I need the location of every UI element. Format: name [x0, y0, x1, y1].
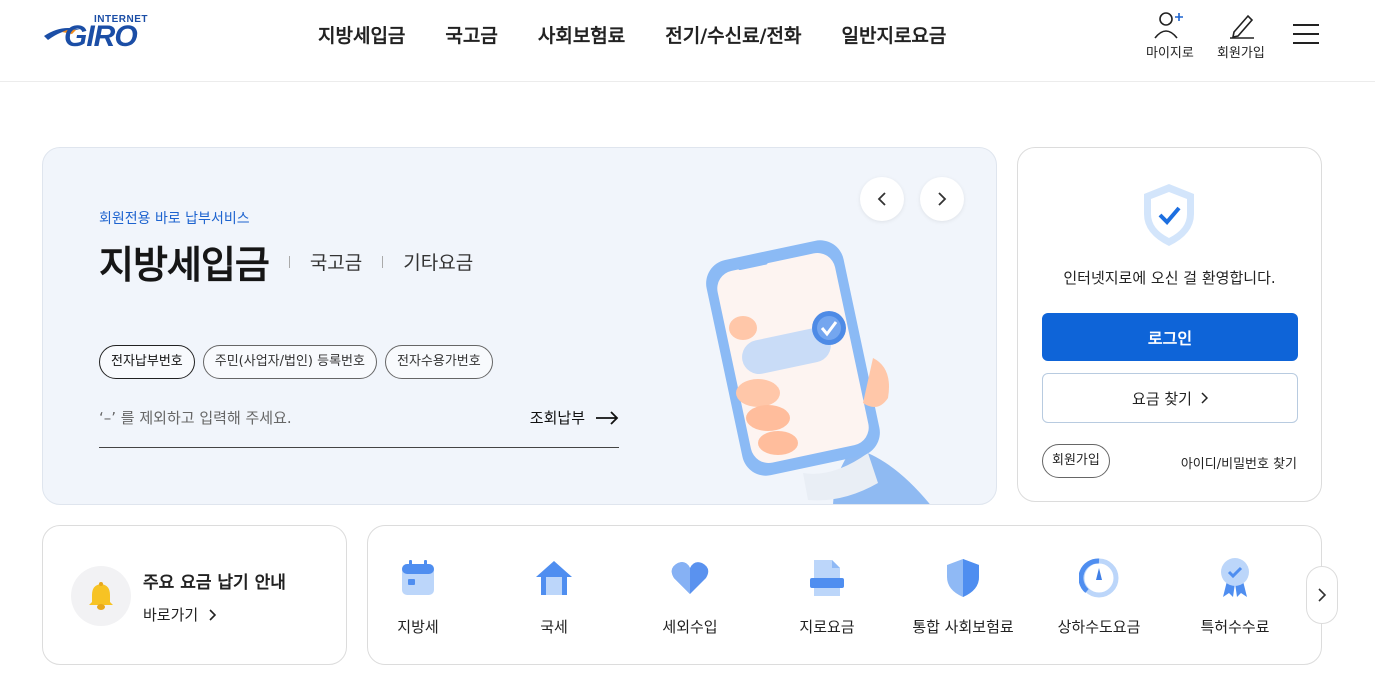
- my-giro-button[interactable]: 마이지로: [1146, 10, 1194, 61]
- category-water-fee[interactable]: 상하수도요금: [1031, 556, 1167, 637]
- login-button[interactable]: 로그인: [1042, 313, 1298, 361]
- chevron-right-icon: [1201, 392, 1208, 404]
- hero-tab-row: 지방세입금 국고금 기타요금: [99, 234, 473, 289]
- category-national-tax[interactable]: 국세: [486, 556, 622, 637]
- shield-check-icon: [1144, 184, 1194, 246]
- category-local-tax[interactable]: 지방세: [350, 556, 486, 637]
- heart-icon: [668, 556, 712, 600]
- chip-customer-number[interactable]: 전자수용가번호: [384, 345, 493, 379]
- tab-local-tax-active[interactable]: 지방세입금: [99, 234, 270, 289]
- join-button[interactable]: 회원가입: [1217, 10, 1265, 61]
- chevron-left-icon: [877, 192, 886, 206]
- bell-icon: [71, 566, 131, 626]
- lookup-input-row: 조회납부: [99, 403, 619, 448]
- category-giro-fee[interactable]: 지로요금: [759, 556, 895, 637]
- category-non-tax-revenue[interactable]: 세외수입: [622, 556, 758, 637]
- find-id-password-link[interactable]: 아이디/비밀번호 찾기: [1181, 453, 1297, 472]
- find-fee-label: 요금 찾기: [1132, 389, 1192, 408]
- nav-general-giro[interactable]: 일반지로요금: [842, 22, 947, 50]
- nav-social-insurance[interactable]: 사회보험료: [538, 22, 625, 50]
- award-badge-icon: [1213, 556, 1257, 600]
- hamburger-menu-icon[interactable]: [1293, 24, 1319, 46]
- lookup-type-chips: 전자납부번호 주민(사업자/법인) 등록번호 전자수용가번호: [99, 345, 493, 379]
- hero-prev-button[interactable]: [860, 177, 904, 221]
- user-plus-icon: [1154, 12, 1183, 39]
- arrow-right-icon: [596, 410, 619, 425]
- join-label: 회원가입: [1217, 46, 1265, 61]
- chevron-right-icon: [1318, 588, 1327, 602]
- category-social-insurance[interactable]: 통합 사회보험료: [895, 556, 1031, 637]
- divider: [288, 255, 290, 268]
- logo-big-text: GIRO: [64, 20, 138, 53]
- category-label: 통합 사회보험료: [912, 618, 1014, 636]
- lookup-pay-button[interactable]: 조회납부: [530, 407, 619, 428]
- giro-logo[interactable]: INTERNET GIRO: [42, 14, 162, 60]
- tab-national-treasury[interactable]: 국고금: [310, 248, 362, 275]
- chip-registration-number[interactable]: 주민(사업자/법인) 등록번호: [202, 345, 377, 379]
- my-giro-label: 마이지로: [1146, 46, 1194, 61]
- payment-hero-panel: 회원전용 바로 납부서비스 지방세입금 국고금 기타요금 전자납부번호 주민(사…: [42, 147, 997, 505]
- category-label: 세외수입: [662, 618, 718, 636]
- category-next-button[interactable]: [1306, 566, 1338, 624]
- category-patent-fee[interactable]: 특허수수료: [1167, 556, 1303, 637]
- gauge-icon: [1077, 556, 1121, 600]
- payment-category-card: 지방세 국세 세외수입 지로요금 통합 사회보험료 상하수도요금 특허수수료: [367, 525, 1322, 665]
- shortcut-label: 바로가기: [143, 606, 199, 624]
- phone-illustration: [706, 240, 930, 504]
- due-date-notice-card[interactable]: 주요 요금 납기 안내 바로가기: [42, 525, 347, 665]
- document-icon: [805, 556, 849, 600]
- main-nav: 지방세입금 국고금 사회보험료 전기/수신료/전화 일반지로요금: [318, 22, 986, 50]
- header: INTERNET GIRO 지방세입금 국고금 사회보험료 전기/수신료/전화 …: [0, 0, 1375, 82]
- welcome-text: 인터넷지로에 오신 걸 환영합니다.: [1063, 269, 1276, 287]
- notice-title: 주요 요금 납기 안내: [143, 573, 286, 593]
- hero-subtitle: 회원전용 바로 납부서비스: [99, 211, 250, 227]
- pencil-icon: [1229, 14, 1254, 39]
- payment-number-input[interactable]: [99, 403, 499, 433]
- lookup-pay-label: 조회납부: [529, 409, 585, 427]
- category-label: 특허수수료: [1200, 618, 1270, 636]
- login-card: 인터넷지로에 오신 걸 환영합니다. 로그인 요금 찾기 회원가입 아이디/비밀…: [1017, 147, 1322, 502]
- nav-national-treasury[interactable]: 국고금: [445, 22, 497, 50]
- calendar-icon: [396, 556, 440, 600]
- category-label: 지로요금: [799, 618, 855, 636]
- chip-electronic-payment-number[interactable]: 전자납부번호: [99, 345, 195, 379]
- category-label: 국세: [540, 618, 568, 636]
- notice-shortcut-link[interactable]: 바로가기: [143, 604, 217, 625]
- chevron-right-icon: [938, 192, 947, 206]
- house-icon: [532, 556, 576, 600]
- tab-other-fees[interactable]: 기타요금: [403, 248, 473, 275]
- shield-icon: [941, 556, 985, 600]
- category-label: 지방세: [397, 618, 439, 636]
- find-fee-button[interactable]: 요금 찾기: [1042, 373, 1298, 423]
- signup-button[interactable]: 회원가입: [1042, 444, 1110, 478]
- nav-utilities[interactable]: 전기/수신료/전화: [665, 22, 801, 50]
- chevron-right-icon: [209, 608, 217, 621]
- divider: [382, 255, 384, 268]
- category-label: 상하수도요금: [1057, 618, 1141, 636]
- hero-next-button[interactable]: [920, 177, 964, 221]
- nav-local-tax[interactable]: 지방세입금: [318, 22, 405, 50]
